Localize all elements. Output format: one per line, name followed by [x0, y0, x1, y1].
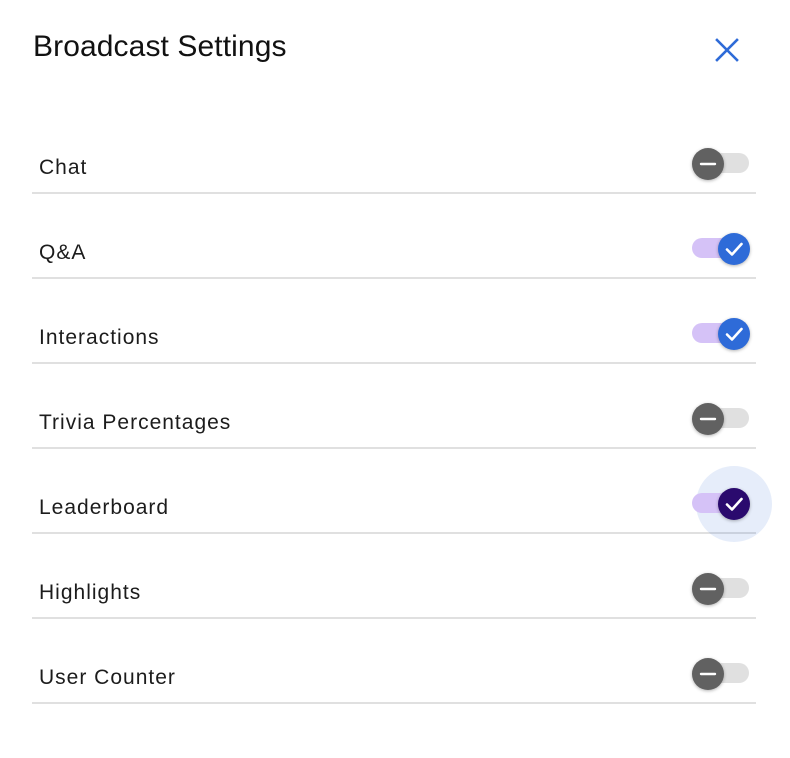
minus-icon	[699, 672, 717, 676]
check-icon	[725, 327, 743, 341]
minus-icon	[699, 587, 717, 591]
setting-row-highlights: Highlights	[32, 534, 756, 619]
settings-list: Chat Q&A Interactions Trivia Percentages…	[32, 122, 772, 704]
setting-label: Q&A	[39, 241, 87, 264]
setting-label: Highlights	[39, 581, 142, 604]
setting-label: Trivia Percentages	[39, 411, 232, 434]
setting-label: Chat	[39, 156, 88, 179]
toggle-thumb	[692, 148, 724, 180]
check-icon	[725, 242, 743, 256]
qa-toggle[interactable]	[692, 233, 750, 265]
toggle-thumb	[718, 318, 750, 350]
setting-row-user-counter: User Counter	[32, 619, 756, 704]
chat-toggle[interactable]	[692, 148, 750, 180]
highlights-toggle[interactable]	[692, 573, 750, 605]
close-icon	[715, 38, 739, 62]
interactions-toggle[interactable]	[692, 318, 750, 350]
setting-row-interactions: Interactions	[32, 279, 756, 364]
setting-row-trivia-percentages: Trivia Percentages	[32, 364, 756, 449]
user-counter-toggle[interactable]	[692, 658, 750, 690]
setting-row-leaderboard: Leaderboard	[32, 449, 772, 542]
toggle-thumb	[718, 233, 750, 265]
check-icon	[725, 497, 743, 511]
setting-label: Leaderboard	[39, 496, 170, 519]
close-button[interactable]	[708, 31, 746, 69]
setting-row-chat: Chat	[32, 122, 756, 194]
setting-label: Interactions	[39, 326, 160, 349]
setting-label: User Counter	[39, 666, 176, 689]
toggle-thumb	[718, 488, 750, 520]
minus-icon	[699, 417, 717, 421]
toggle-thumb	[692, 403, 724, 435]
setting-row-qa: Q&A	[32, 194, 756, 279]
leaderboard-toggle[interactable]	[692, 466, 772, 542]
trivia-percentages-toggle[interactable]	[692, 403, 750, 435]
toggle-thumb	[692, 573, 724, 605]
minus-icon	[699, 162, 717, 166]
toggle-thumb	[692, 658, 724, 690]
dialog-title: Broadcast Settings	[33, 30, 287, 63]
broadcast-settings-dialog: Broadcast Settings Chat Q&A Interactions…	[0, 0, 790, 758]
